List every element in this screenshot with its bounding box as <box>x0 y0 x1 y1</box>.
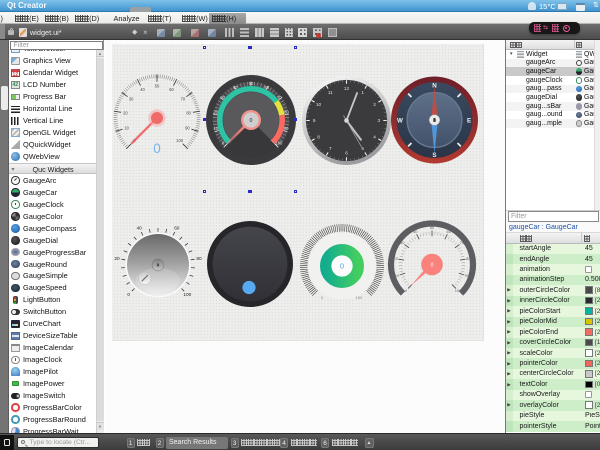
svg-text:20: 20 <box>114 256 120 261</box>
svg-text:60: 60 <box>174 226 180 231</box>
svg-text:30: 30 <box>129 97 134 102</box>
svg-text:0: 0 <box>405 288 408 293</box>
svg-text:80: 80 <box>196 256 202 261</box>
svg-text:2: 2 <box>373 102 376 107</box>
svg-text:4: 4 <box>373 134 376 139</box>
svg-text:20: 20 <box>394 256 399 261</box>
svg-text:70: 70 <box>181 97 186 102</box>
svg-text:W: W <box>397 117 403 124</box>
svg-text:0: 0 <box>431 262 434 268</box>
svg-text:3: 3 <box>377 118 380 123</box>
svg-text:9: 9 <box>313 118 316 123</box>
svg-text:30: 30 <box>400 240 405 245</box>
svg-text:12: 12 <box>344 86 350 91</box>
svg-text:60: 60 <box>169 87 174 92</box>
svg-text:80: 80 <box>186 110 191 115</box>
svg-text:50: 50 <box>155 83 160 88</box>
svg-text:100: 100 <box>455 288 462 293</box>
svg-text:7: 7 <box>329 146 332 151</box>
svg-text:20: 20 <box>123 110 128 115</box>
svg-text:11: 11 <box>328 90 333 95</box>
svg-text:0: 0 <box>127 292 130 297</box>
svg-text:0: 0 <box>250 118 253 124</box>
svg-text:10: 10 <box>316 102 322 107</box>
svg-text:50: 50 <box>249 81 254 86</box>
svg-text:40: 40 <box>140 87 145 92</box>
svg-text:100: 100 <box>183 292 191 297</box>
svg-text:40: 40 <box>413 229 418 234</box>
svg-text:40: 40 <box>137 226 143 231</box>
svg-text:10: 10 <box>124 125 129 130</box>
svg-text:1: 1 <box>361 90 364 95</box>
svg-text:E: E <box>467 117 471 124</box>
svg-text:100: 100 <box>176 138 184 143</box>
svg-text:100: 100 <box>356 295 363 300</box>
svg-text:90: 90 <box>284 126 289 131</box>
svg-text:10: 10 <box>395 273 400 278</box>
svg-text:6: 6 <box>345 151 348 156</box>
svg-text:5: 5 <box>361 146 364 151</box>
svg-text:0: 0 <box>157 263 160 268</box>
svg-text:0: 0 <box>153 141 161 156</box>
svg-text:N: N <box>432 83 437 90</box>
svg-text:8: 8 <box>317 134 320 139</box>
svg-text:0: 0 <box>321 295 324 300</box>
svg-text:90: 90 <box>185 125 190 130</box>
svg-text:0: 0 <box>340 262 344 271</box>
svg-text:80: 80 <box>284 110 289 115</box>
